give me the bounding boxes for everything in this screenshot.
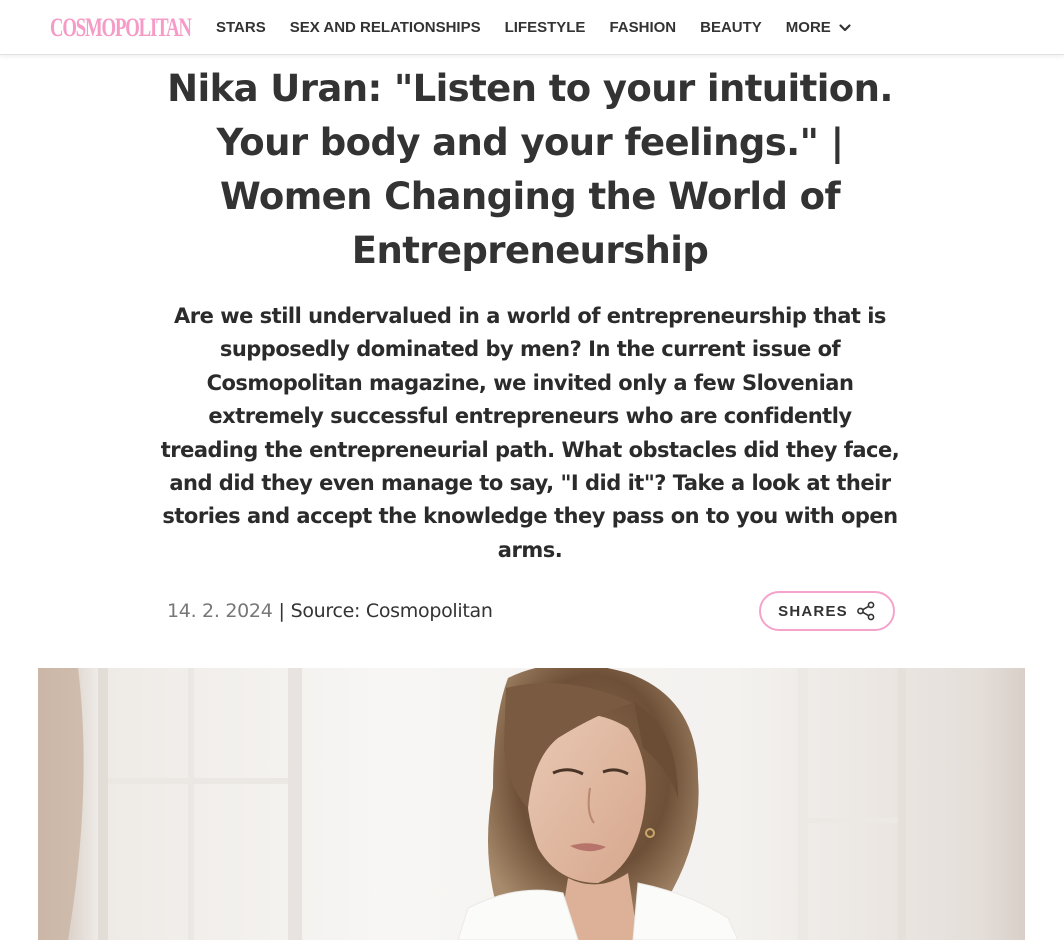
- share-icon: [856, 601, 875, 621]
- nav-item-label: SEX AND RELATIONSHIPS: [289, 19, 481, 36]
- nav-item-beauty[interactable]: BEAUTY: [700, 19, 762, 36]
- nav-item-more[interactable]: MORE: [786, 19, 853, 36]
- nav-item-label: FASHION: [609, 19, 677, 36]
- site-header: COSMOPOLITAN STARS SEX AND RELATIONSHIPS…: [0, 0, 1064, 55]
- article-source: Source: Cosmopolitan: [290, 600, 493, 622]
- article-meta: 14. 2. 2024 | Source: Cosmopolitan: [167, 597, 493, 625]
- chevron-down-icon: [839, 23, 851, 31]
- portrait-photo: [38, 668, 1025, 940]
- cosmopolitan-logo[interactable]: COSMOPOLITAN: [50, 13, 192, 43]
- nav-item-fashion[interactable]: FASHION: [609, 19, 676, 36]
- publish-date: 14. 2. 2024: [167, 600, 273, 622]
- shares-button[interactable]: SHARES: [759, 591, 895, 631]
- article-lead: Are we still undervalued in a world of e…: [160, 304, 900, 562]
- nav-item-label: BEAUTY: [700, 19, 762, 36]
- nav-item-lifestyle[interactable]: LIFESTYLE: [505, 19, 586, 36]
- nav-item-label: STARS: [216, 19, 266, 36]
- hero-image: [38, 668, 1025, 940]
- meta-separator: |: [278, 600, 285, 622]
- main-nav: STARS SEX AND RELATIONSHIPS LIFESTYLE FA…: [216, 0, 877, 55]
- nav-item-label: LIFESTYLE: [504, 19, 586, 36]
- shares-label: SHARES: [778, 602, 848, 620]
- nav-item-sex-and-relationships[interactable]: SEX AND RELATIONSHIPS: [290, 19, 481, 36]
- nav-item-stars[interactable]: STARS: [216, 19, 266, 36]
- nav-item-label: MORE: [785, 19, 831, 36]
- article-title: Nika Uran: "Listen to your intuition. Yo…: [167, 67, 893, 272]
